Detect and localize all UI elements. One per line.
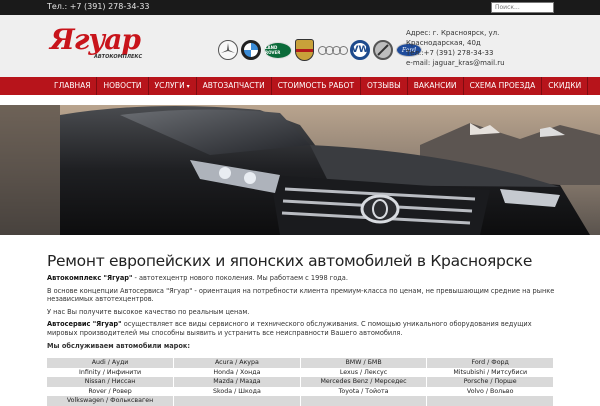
volvo-icon [373, 40, 393, 60]
land-rover-icon: LAND ROVER [264, 41, 292, 59]
table-cell: Mazda / Мазда [173, 377, 301, 387]
intro-paragraph: Автокомплекс "Ягуар" - автотехцентр ново… [47, 274, 557, 283]
table-cell: Ford / Форд [426, 358, 554, 368]
table-cell: Honda / Хонда [173, 367, 301, 377]
porsche-icon [295, 39, 314, 61]
concept-paragraph: В основе концепции Автосервиса "Ягуар" -… [47, 286, 555, 304]
services-paragraph: Автосервис "Ягуар" осуществляет все виды… [47, 320, 557, 337]
table-cell: Nissan / Ниссан [47, 377, 175, 387]
audi-icon [317, 43, 348, 57]
table-row: Volkswagen / Фольксваген [47, 396, 554, 406]
table-cell [300, 396, 428, 406]
site-header: Ягуар АВТОКОМПЛЕКС LAND ROVER VW Ford Ад… [0, 15, 600, 77]
table-cell [173, 396, 301, 406]
models-table: Audi / Ауди Acura / Акура BMW / БМВ Ford… [47, 358, 554, 406]
nav-item-parts[interactable]: АВТОЗАПЧАСТИ [197, 77, 272, 95]
logo-subtitle: АВТОКОМПЛЕКС [94, 54, 143, 60]
nav-item-directions[interactable]: СХЕМА ПРОЕЗДА [464, 77, 543, 95]
table-cell: Skoda / Шкода [173, 386, 301, 396]
table-cell: Infinity / Инфинити [47, 367, 175, 377]
services-bold: Автосервис "Ягуар" [47, 320, 122, 328]
table-cell [426, 396, 554, 406]
nav-item-home[interactable]: ГЛАВНАЯ [48, 77, 98, 95]
table-cell: Toyota / Тойота [300, 386, 428, 396]
contact-email[interactable]: e-mail: jaguar_kras@mail.ru [406, 58, 556, 68]
logo-title: Ягуар [50, 23, 141, 56]
table-cell: Audi / Ауди [47, 358, 175, 368]
table-cell: BMW / БМВ [300, 358, 428, 368]
table-row: Audi / Ауди Acura / Акура BMW / БМВ Ford… [47, 358, 554, 368]
nav-item-vacancies[interactable]: ВАКАНСИИ [408, 77, 464, 95]
table-row: Nissan / Ниссан Mazda / Мазда Mercedes B… [47, 377, 554, 387]
page-title: Ремонт европейских и японских автомобиле… [47, 252, 533, 270]
nav-item-discounts[interactable]: СКИДКИ [542, 77, 589, 95]
nav-item-prices[interactable]: СТОИМОСТЬ РАБОТ [272, 77, 362, 95]
quality-paragraph: У нас Вы получите высокое качество по ре… [47, 307, 250, 316]
table-cell: Porsche / Порше [426, 377, 554, 387]
hero-banner [0, 105, 600, 235]
table-cell: Mercedes Benz / Мерседес [300, 377, 428, 387]
table-cell: Volvo / Вольво [426, 386, 554, 396]
bmw-icon [241, 40, 261, 60]
nav-item-news[interactable]: НОВОСТИ [97, 77, 149, 95]
site-logo[interactable]: Ягуар АВТОКОМПЛЕКС [50, 23, 142, 61]
main-nav: ГЛАВНАЯ НОВОСТИ УСЛУГИ АВТОЗАПЧАСТИ СТОИ… [0, 77, 600, 95]
nav-item-services[interactable]: УСЛУГИ [149, 77, 197, 95]
models-label: Мы обслуживаем автомобили марок: [47, 342, 191, 350]
contact-phone: Тел.:+7 (391) 278-34-33 [406, 49, 494, 57]
volkswagen-icon: VW [350, 40, 370, 60]
topbar-phone: Тел.: +7 (391) 278-34-33 [47, 2, 150, 11]
main-content: Ремонт европейских и японских автомобиле… [47, 252, 557, 351]
intro-rest: - автотехцентр нового поколения. Мы рабо… [132, 274, 348, 282]
hero-car-image [0, 105, 600, 235]
table-cell: Mitsubishi / Митсубиси [426, 367, 554, 377]
top-bar: Тел.: +7 (391) 278-34-33 [0, 0, 600, 15]
nav-item-reviews[interactable]: ОТЗЫВЫ [361, 77, 408, 95]
mercedes-icon [218, 40, 238, 60]
brand-logos: LAND ROVER VW Ford [218, 39, 422, 61]
intro-bold: Автокомплекс "Ягуар" [47, 274, 133, 282]
table-row: Infinity / Инфинити Honda / Хонда Lexus … [47, 367, 554, 377]
contact-info: Адрес: г. Красноярск, ул. Краснодарская,… [406, 28, 556, 68]
contact-address: Адрес: г. Красноярск, ул. Краснодарская,… [406, 29, 500, 47]
table-cell: Rover / Ровер [47, 386, 175, 396]
table-cell: Acura / Акура [173, 358, 301, 368]
table-row: Rover / Ровер Skoda / Шкода Toyota / Той… [47, 386, 554, 396]
table-cell: Lexus / Лексус [300, 367, 428, 377]
search-input[interactable] [491, 2, 554, 13]
table-cell: Volkswagen / Фольксваген [47, 396, 175, 406]
